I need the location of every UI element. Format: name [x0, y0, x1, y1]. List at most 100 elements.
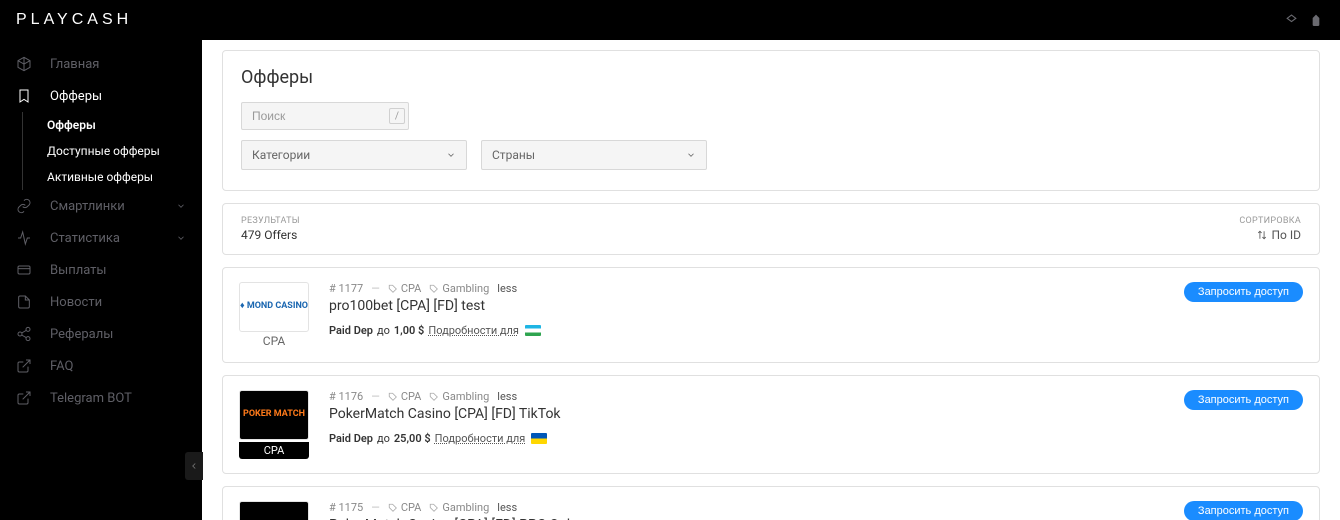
request-access-button[interactable]: Запросить доступ [1184, 282, 1303, 302]
tag-icon [429, 392, 439, 402]
offer-logo-caption: CPA [239, 442, 309, 459]
offer-tag[interactable]: CPA [388, 282, 422, 295]
offer-dep-row: Paid Dep до 25,00 $ Подробности для [329, 432, 1164, 445]
offer-id: # 1176 [329, 390, 363, 403]
nav-label: Смартлинки [50, 199, 125, 214]
less-toggle[interactable]: less [497, 282, 517, 295]
select-label: Страны [492, 148, 535, 162]
less-toggle[interactable]: less [497, 390, 517, 403]
request-access-button[interactable]: Запросить доступ [1184, 501, 1303, 520]
offer-title[interactable]: pro100bet [CPA] [FD] test [329, 298, 1164, 314]
nav-label: FAQ [50, 359, 73, 374]
offer-logo: POKER MATCH [239, 501, 309, 520]
dep-amount: 1,00 $ [394, 324, 424, 337]
external-icon [16, 358, 32, 374]
flag-icon [525, 325, 541, 336]
offer-logo: ♦ MOND CASINO CPA [239, 282, 309, 348]
brand-logo: PLAYCASH [16, 11, 132, 29]
sidebar-item-telegram[interactable]: Telegram BOT [0, 382, 202, 414]
offer-tag[interactable]: Gambling [429, 390, 489, 403]
results-bar: РЕЗУЛЬТАТЫ 479 Offers СОРТИРОВКА По ID [222, 203, 1320, 255]
offers-subnav: Офферы Доступные офферы Активные офферы [22, 112, 202, 190]
nav-label: Офферы [50, 89, 102, 104]
nav-label: Telegram BOT [50, 391, 132, 406]
offer-card: POKER MATCH # 1175 — CPA Gambling less [222, 486, 1320, 520]
offer-body: # 1175 — CPA Gambling less PokerMatch Ca… [329, 501, 1164, 520]
bell-icon[interactable] [1285, 14, 1298, 27]
offer-body: # 1176 — CPA Gambling less PokerMatch Ca… [329, 390, 1164, 445]
sidebar-item-faq[interactable]: FAQ [0, 350, 202, 382]
subnav-available[interactable]: Доступные офферы [23, 138, 202, 164]
page-title: Офферы [241, 67, 1301, 88]
subnav-offers[interactable]: Офферы [23, 112, 202, 138]
chevron-down-icon [686, 150, 696, 160]
offer-tag[interactable]: CPA [388, 390, 422, 403]
sidebar: Главная Офферы Офферы Доступные офферы А… [0, 40, 202, 520]
sidebar-item-home[interactable]: Главная [0, 48, 202, 80]
dep-label: Paid Dep [329, 324, 373, 337]
details-link[interactable]: Подробности для [435, 432, 526, 445]
offer-title[interactable]: PokerMatch Casino [CPA] [FD] TikTok [329, 406, 1164, 422]
dep-label: Paid Dep [329, 432, 373, 445]
offer-dep-row: Paid Dep до 1,00 $ Подробности для [329, 324, 1164, 337]
sidebar-item-payouts[interactable]: Выплаты [0, 254, 202, 286]
nav-label: Новости [50, 295, 102, 310]
bookmark-icon [16, 88, 32, 104]
offer-card: ♦ MOND CASINO CPA # 1177 — CPA Gambling … [222, 267, 1320, 363]
tag-icon [429, 503, 439, 513]
tag-icon [388, 503, 398, 513]
offer-logo: POKER MATCH CPA [239, 390, 309, 459]
sidebar-item-offers[interactable]: Офферы [0, 80, 202, 112]
file-icon [16, 294, 32, 310]
select-label: Категории [252, 148, 310, 162]
sidebar-item-news[interactable]: Новости [0, 286, 202, 318]
nav-label: Выплаты [50, 263, 107, 278]
offer-id: # 1177 [329, 282, 363, 295]
main-content: Офферы / Категории Страны РЕЗУЛЬТАТЫ 479… [202, 40, 1340, 520]
offer-logo-image: POKER MATCH [239, 390, 309, 440]
search-wrap: / [241, 102, 409, 130]
sort-value: По ID [1271, 228, 1301, 242]
offer-logo-image: POKER MATCH [239, 501, 309, 520]
chevron-down-icon [176, 233, 186, 243]
offer-tag[interactable]: Gambling [429, 282, 489, 295]
offer-card: POKER MATCH CPA # 1176 — CPA Gambling le… [222, 375, 1320, 474]
less-toggle[interactable]: less [497, 501, 517, 514]
activity-icon [16, 230, 32, 246]
dep-amount: 25,00 $ [394, 432, 431, 445]
category-select[interactable]: Категории [241, 140, 467, 170]
results-count: РЕЗУЛЬТАТЫ 479 Offers [241, 216, 300, 242]
country-select[interactable]: Страны [481, 140, 707, 170]
nav-label: Рефералы [50, 327, 113, 342]
offer-tag[interactable]: Gambling [429, 501, 489, 514]
search-input[interactable] [241, 102, 409, 130]
offer-logo-image: ♦ MOND CASINO [239, 282, 309, 332]
link-icon [16, 198, 32, 214]
sidebar-item-referrals[interactable]: Рефералы [0, 318, 202, 350]
chevron-down-icon [176, 201, 186, 211]
search-kbd-hint: / [389, 108, 405, 124]
sidebar-item-smartlinks[interactable]: Смартлинки [0, 190, 202, 222]
user-icon[interactable] [1308, 12, 1324, 28]
cube-icon [16, 56, 32, 72]
sidebar-collapse-button[interactable] [185, 452, 203, 480]
nav-label: Главная [50, 57, 99, 72]
chevron-down-icon [446, 150, 456, 160]
top-icons [1285, 12, 1324, 28]
subnav-active[interactable]: Активные офферы [23, 164, 202, 190]
tag-icon [388, 392, 398, 402]
card-icon [16, 262, 32, 278]
sidebar-item-stats[interactable]: Статистика [0, 222, 202, 254]
offer-body: # 1177 — CPA Gambling less pro100bet [CP… [329, 282, 1164, 337]
details-link[interactable]: Подробности для [428, 324, 519, 337]
offer-tag[interactable]: CPA [388, 501, 422, 514]
topbar: PLAYCASH [0, 0, 1340, 40]
request-access-button[interactable]: Запросить доступ [1184, 390, 1303, 410]
sort-icon [1257, 230, 1267, 240]
sort-control[interactable]: СОРТИРОВКА По ID [1239, 216, 1301, 242]
flag-icon [531, 433, 547, 444]
share-icon [16, 326, 32, 342]
nav-label: Статистика [50, 231, 120, 246]
results-value: 479 Offers [241, 228, 300, 242]
results-label: РЕЗУЛЬТАТЫ [241, 216, 300, 226]
